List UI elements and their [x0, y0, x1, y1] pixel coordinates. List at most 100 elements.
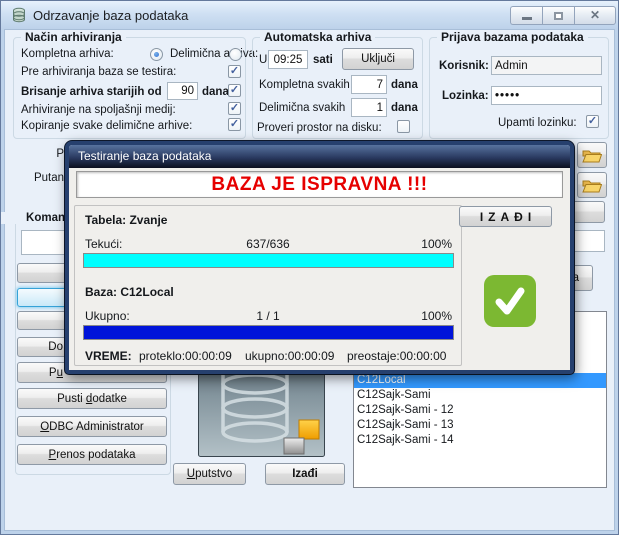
button-odbc-label: ODBC Administrator: [40, 421, 144, 433]
radio-partial-archive[interactable]: [229, 48, 242, 61]
app-window: Odrzavanje baza podataka ✕ Način arhivir…: [0, 0, 619, 535]
maximize-icon: [554, 12, 563, 20]
progress-panel: Tabela: Zvanje Tekući: 637/636 100% Baza…: [74, 205, 462, 366]
label-password: Lozinka:: [442, 90, 489, 102]
label-remember-password: Upamti lozinku:: [498, 117, 577, 129]
progress-total-bar: [83, 325, 454, 340]
maximize-button[interactable]: [542, 6, 574, 25]
label-time: VREME:: [85, 349, 132, 363]
window-titlebar: Odrzavanje baza podataka ✕: [1, 1, 618, 29]
label-test-before-archive: Pre arhiviranja baza se testira:: [21, 66, 176, 78]
percent-current: 100%: [421, 237, 452, 251]
input-user[interactable]: [491, 56, 602, 75]
button-pusti-dodatke[interactable]: Pusti dodatke: [17, 388, 167, 409]
value-time-elapsed: proteklo:00:00:09: [139, 349, 232, 363]
check-icon: ✓: [230, 66, 239, 77]
value-current: 637/636: [75, 237, 461, 251]
button-prenos-podataka[interactable]: Prenos podataka: [17, 444, 167, 465]
input-password[interactable]: [491, 86, 602, 105]
folder-button-2[interactable]: [577, 172, 607, 198]
label-fragment-path-1: P: [1, 148, 64, 160]
folder-button-1[interactable]: [577, 142, 607, 168]
label-delete-older: Brisanje arhiva starijih od: [21, 86, 162, 98]
label-time-suffix: sati: [313, 54, 333, 66]
list-item[interactable]: C12Sajk-Sami - 13: [354, 418, 606, 433]
check-icon: ✓: [230, 103, 239, 114]
list-item[interactable]: C12Sajk-Sami - 12: [354, 403, 606, 418]
checkbox-test-before-archive[interactable]: ✓: [228, 65, 241, 78]
label-database: Baza: C12Local: [85, 285, 174, 299]
list-item[interactable]: C12Sajk-Sami: [354, 388, 606, 403]
check-icon: ✓: [230, 85, 239, 96]
window-title: Odrzavanje baza podataka: [33, 8, 188, 23]
progress-current-fill: [84, 254, 453, 267]
label-check-disk: Proveri prostor na disku:: [257, 122, 382, 134]
modal-exit-button[interactable]: IZAĐI: [459, 206, 552, 227]
label-time-prefix: U: [259, 54, 267, 66]
result-banner-text: BAZA JE ISPRAVNA !!!: [211, 174, 427, 196]
minimize-button[interactable]: [510, 6, 542, 25]
button-uputstvo[interactable]: Uputstvo: [173, 463, 246, 485]
label-fragment-path-2: Putan: [1, 172, 64, 184]
value-total: 1 / 1: [75, 309, 461, 323]
modal-content: BAZA JE ISPRAVNA !!! Tabela: Zvanje Teku…: [69, 168, 570, 370]
button-do-label: Do: [48, 341, 63, 353]
input-complete-days[interactable]: [351, 75, 387, 94]
label-partial-days-unit: dana: [391, 102, 418, 114]
group-login-title: Prijava bazama podataka: [437, 30, 588, 44]
database-icon: [11, 7, 27, 23]
close-icon: ✕: [590, 8, 600, 23]
value-time-remaining: preostaje:00:00:00: [347, 349, 446, 363]
folder-open-icon: [582, 148, 602, 163]
progress-total-fill: [84, 326, 453, 339]
label-complete-every: Kompletna svakih: [259, 79, 350, 91]
label-external-media: Arhiviranje na spoljašnji medij:: [21, 104, 176, 116]
button-odbc-administrator[interactable]: ODBC Administrator: [17, 416, 167, 437]
modal-title: Testiranje baza podataka: [78, 149, 211, 163]
input-partial-days[interactable]: [351, 98, 387, 117]
label-fragment-commands: Koman: [1, 212, 65, 224]
checkbox-delete-older[interactable]: ✓: [228, 84, 241, 97]
button-ukljuci[interactable]: Uključi: [342, 48, 414, 70]
checkbox-copy-partial[interactable]: ✓: [228, 118, 241, 131]
group-archive-mode-title: Način arhiviranja: [21, 30, 126, 44]
modal-exit-label: IZAĐI: [480, 210, 536, 224]
input-delete-days[interactable]: [167, 82, 198, 100]
radio-complete-archive[interactable]: [150, 48, 163, 61]
button-ukljuci-label: Uključi: [361, 53, 395, 65]
group-auto-archive-title: Automatska arhiva: [260, 30, 375, 44]
label-copy-partial: Kopiranje svake delimične arhive:: [21, 120, 192, 132]
folder-open-icon: [582, 178, 602, 193]
label-table: Tabela: Zvanje: [85, 213, 167, 227]
button-prenos-label: Prenos podataka: [49, 449, 136, 461]
close-button[interactable]: ✕: [574, 6, 616, 25]
input-auto-time[interactable]: [268, 50, 308, 69]
minimize-icon: [522, 17, 532, 20]
label-user: Korisnik:: [439, 60, 489, 72]
window-controls: ✕: [510, 6, 616, 25]
checkbox-check-disk[interactable]: [397, 120, 410, 133]
check-icon: ✓: [230, 119, 239, 130]
checkbox-remember-password[interactable]: ✓: [586, 115, 599, 128]
modal-titlebar: Testiranje baza podataka: [69, 145, 570, 168]
label-partial-archive: Delimična arhiva:: [170, 48, 258, 60]
checkbox-external-media[interactable]: ✓: [228, 102, 241, 115]
modal-dialog-testiranje: Testiranje baza podataka BAZA JE ISPRAVN…: [65, 141, 574, 374]
commands-textarea-sliver[interactable]: [21, 230, 66, 255]
button-pu-label: Pu: [49, 367, 63, 379]
button-izadi[interactable]: Izađi: [265, 463, 345, 485]
button-uputstvo-label: Uputstvo: [187, 468, 232, 480]
button-pusti-dodatke-label: Pusti dodatke: [57, 393, 127, 405]
label-partial-every: Delimična svakih: [259, 102, 345, 114]
label-complete-days-unit: dana: [391, 79, 418, 91]
list-item[interactable]: C12Sajk-Sami - 14: [354, 433, 606, 448]
label-complete-archive: Kompletna arhiva:: [21, 48, 114, 60]
result-banner: BAZA JE ISPRAVNA !!!: [76, 171, 563, 198]
check-icon: ✓: [588, 116, 597, 127]
button-izadi-label: Izađi: [292, 468, 318, 480]
value-time-total: ukupno:00:00:09: [245, 349, 334, 363]
list-item-selected[interactable]: C12Local: [354, 373, 606, 388]
success-check-icon: [484, 275, 536, 327]
progress-current-bar: [83, 253, 454, 268]
percent-total: 100%: [421, 309, 452, 323]
